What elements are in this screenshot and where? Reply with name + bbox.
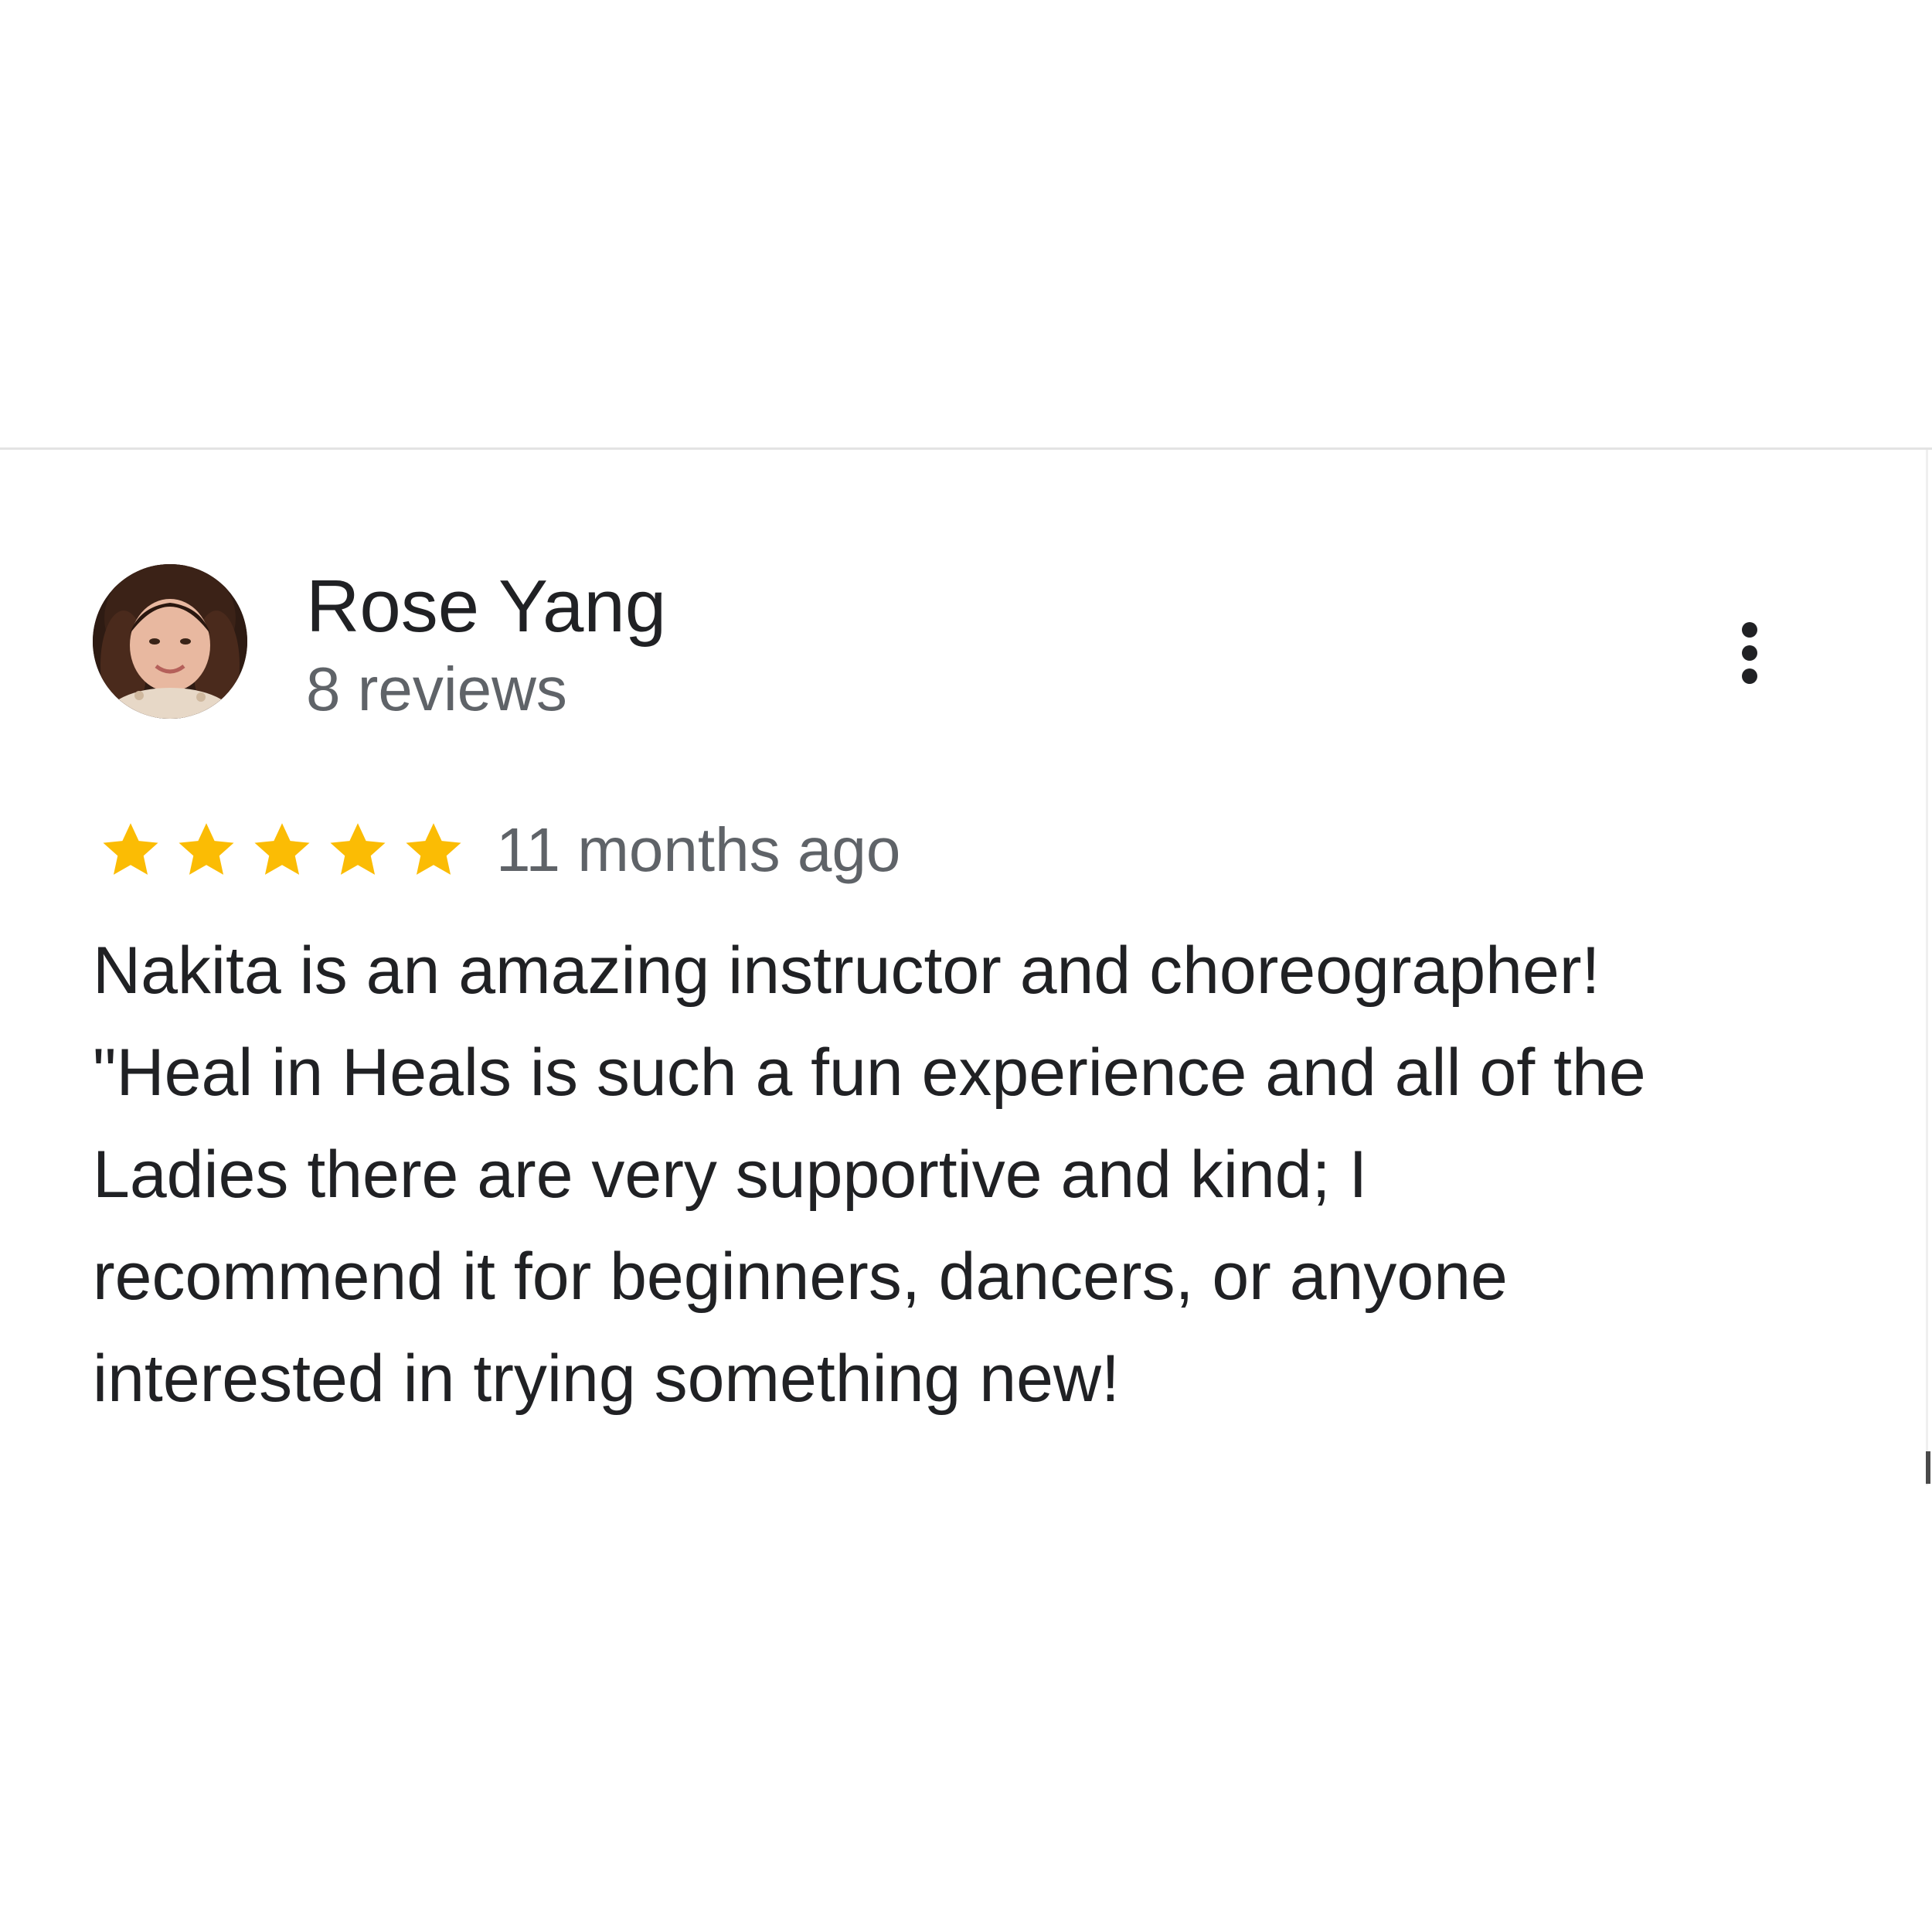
- review-text-line: recommend it for beginners, dancers, or …: [93, 1240, 1508, 1314]
- review-text: Nakita is an amazing instructor and chor…: [93, 920, 1777, 1430]
- review-page: Rose Yang 8 reviews 11 months ago Nakita…: [0, 0, 1932, 1932]
- avatar-photo: [93, 564, 247, 719]
- review-text-line: Nakita is an amazing instructor and chor…: [93, 934, 1600, 1008]
- review-text-line: interested in trying something new!: [93, 1342, 1120, 1416]
- star-icon: [179, 823, 234, 875]
- divider: [0, 447, 1932, 450]
- star-icon: [254, 823, 310, 875]
- rating-row: 11 months ago: [93, 811, 900, 889]
- more-vert-icon: [1742, 622, 1757, 684]
- star-rating: [93, 812, 471, 888]
- review-text-line: "Heal in Heals is such a fun experience …: [93, 1036, 1646, 1110]
- avatar[interactable]: [93, 564, 247, 719]
- star-icon: [406, 823, 461, 875]
- star-icon: [103, 823, 158, 875]
- scrollbar-track[interactable]: [1926, 450, 1928, 1485]
- author-review-count[interactable]: 8 reviews: [306, 651, 567, 728]
- scrollbar-thumb[interactable]: [1926, 1451, 1930, 1484]
- more-options-button[interactable]: [1720, 611, 1779, 696]
- review-text-line: Ladies there are very supportive and kin…: [93, 1138, 1368, 1212]
- review-date: 11 months ago: [496, 815, 901, 884]
- star-icon: [330, 823, 386, 875]
- author-name[interactable]: Rose Yang: [306, 564, 666, 649]
